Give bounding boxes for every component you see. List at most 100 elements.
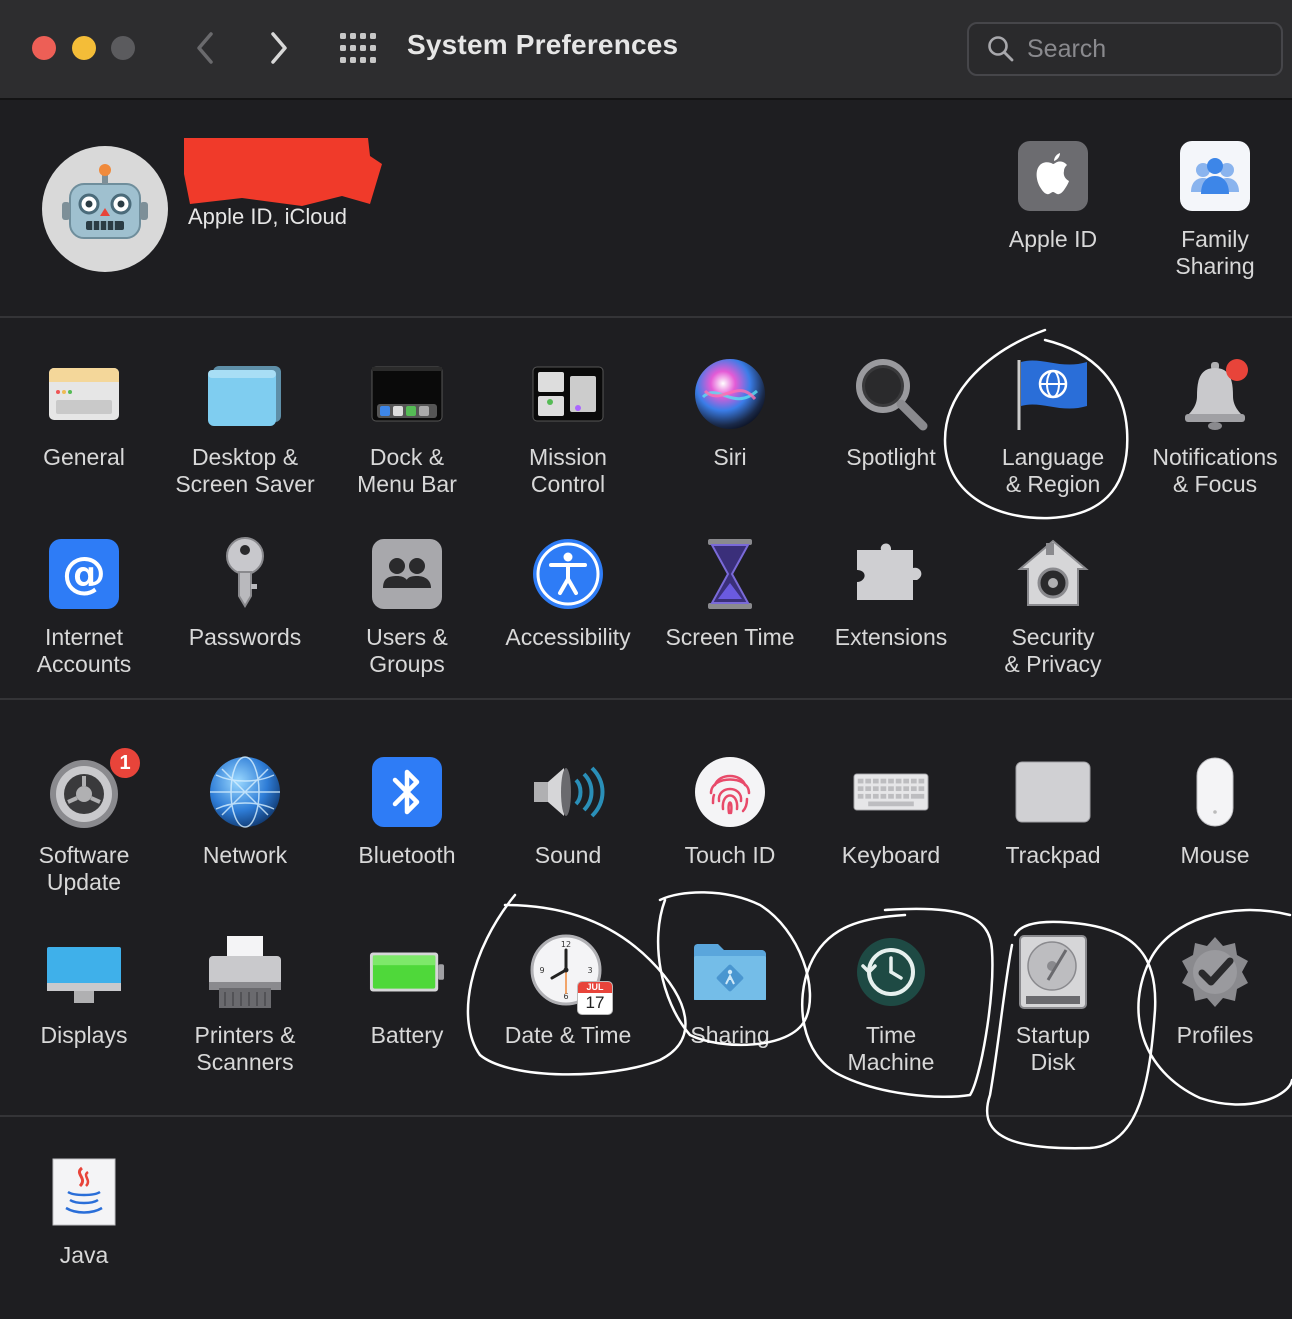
forward-button[interactable] — [258, 28, 298, 68]
puzzle-piece-icon — [853, 536, 929, 612]
pref-label: Language & Region — [1001, 444, 1105, 497]
pref-sound[interactable]: Sound — [488, 754, 648, 869]
speaker-icon — [530, 754, 606, 830]
pref-label: Profiles — [1176, 1022, 1254, 1048]
bell-icon — [1177, 356, 1253, 432]
pref-label: Mission Control — [529, 444, 607, 497]
pref-network[interactable]: Network — [165, 754, 325, 869]
mouse-icon — [1177, 754, 1253, 830]
family-sharing-icon — [1177, 138, 1253, 214]
pref-label: Spotlight — [846, 444, 936, 470]
show-all-button[interactable] — [340, 33, 376, 63]
pref-spotlight[interactable]: Spotlight — [811, 356, 971, 471]
pref-siri[interactable]: Siri — [650, 356, 810, 471]
pref-security-privacy[interactable]: Security & Privacy — [973, 536, 1133, 678]
pref-label: Touch ID — [684, 842, 776, 868]
pref-bluetooth[interactable]: Bluetooth — [327, 754, 487, 869]
pref-label: Sharing — [690, 1022, 770, 1048]
house-lock-icon — [1015, 536, 1091, 612]
pref-profiles[interactable]: Profiles — [1135, 934, 1292, 1049]
gear-update-icon: 1 — [46, 746, 142, 830]
chevron-left-icon — [197, 32, 213, 64]
key-icon — [207, 536, 283, 612]
pref-label: Users & Groups — [366, 624, 448, 677]
pref-desktop-screen-saver[interactable]: Desktop & Screen Saver — [165, 356, 325, 498]
robot-avatar-icon — [62, 164, 148, 239]
pref-label: Security & Privacy — [1004, 624, 1102, 677]
pref-label: Accessibility — [505, 624, 631, 650]
redaction-mark — [184, 138, 382, 206]
pref-sharing[interactable]: Sharing — [650, 934, 810, 1049]
avatar[interactable] — [42, 146, 168, 272]
pref-passwords[interactable]: Passwords — [165, 536, 325, 651]
account-subtitle: Apple ID, iCloud — [188, 204, 347, 229]
trackpad-icon — [1015, 754, 1091, 830]
pref-time-machine[interactable]: Time Machine — [811, 934, 971, 1076]
pref-label: General — [43, 444, 125, 470]
mission-control-icon — [530, 356, 606, 432]
pref-apple-id[interactable]: Apple ID — [973, 138, 1133, 253]
pref-notifications-focus[interactable]: Notifications & Focus — [1135, 356, 1292, 498]
hourglass-icon — [692, 536, 768, 612]
badge-count: 1 — [119, 751, 131, 774]
clock-calendar-icon: 12 3 6 9 JUL 17 — [530, 934, 612, 1014]
pref-screen-time[interactable]: Screen Time — [650, 536, 810, 651]
svg-text:@: @ — [62, 548, 106, 599]
pref-displays[interactable]: Displays — [4, 934, 164, 1049]
apple-logo-icon — [1015, 138, 1091, 214]
window-title: System Preferences — [407, 29, 679, 60]
pref-label: Desktop & Screen Saver — [175, 444, 315, 497]
pref-battery[interactable]: Battery — [327, 934, 487, 1049]
pref-label: Screen Time — [665, 624, 795, 650]
account-section: Apple ID, iCloud Apple ID Family Sharing — [0, 102, 1292, 318]
pref-accessibility[interactable]: Accessibility — [488, 536, 648, 651]
pref-language-region[interactable]: Language & Region — [973, 356, 1133, 498]
pref-users-groups[interactable]: Users & Groups — [327, 536, 487, 678]
pref-software-update[interactable]: 1 Software Update — [4, 746, 164, 896]
accessibility-icon — [530, 536, 606, 612]
grid-icon — [340, 33, 376, 63]
pref-java[interactable]: Java — [4, 1154, 164, 1269]
pref-general[interactable]: General — [4, 356, 164, 471]
pref-mission-control[interactable]: Mission Control — [488, 356, 648, 498]
chevron-right-icon — [271, 32, 287, 64]
close-button[interactable] — [32, 36, 56, 60]
pref-date-time[interactable]: 12 3 6 9 JUL 17 Date & Time — [488, 934, 648, 1049]
pref-dock-menu-bar[interactable]: Dock & Menu Bar — [327, 356, 487, 498]
printer-icon — [207, 934, 283, 1010]
pref-internet-accounts[interactable]: @ Internet Accounts — [4, 536, 164, 678]
pref-touch-id[interactable]: Touch ID — [650, 754, 810, 869]
keyboard-icon — [853, 754, 929, 830]
svg-text:9: 9 — [539, 966, 544, 975]
network-globe-icon — [207, 754, 283, 830]
minimize-button[interactable] — [72, 36, 96, 60]
siri-icon — [692, 356, 768, 432]
pref-label: Java — [59, 1242, 109, 1268]
dock-icon — [369, 356, 445, 432]
pref-printers-scanners[interactable]: Printers & Scanners — [165, 934, 325, 1076]
section-divider — [0, 698, 1292, 700]
search-field[interactable] — [967, 22, 1283, 76]
general-window-icon — [46, 356, 122, 432]
svg-text:3: 3 — [587, 966, 592, 975]
pref-extensions[interactable]: Extensions — [811, 536, 971, 651]
pref-trackpad[interactable]: Trackpad — [973, 754, 1133, 869]
magnifier-icon — [853, 356, 929, 432]
calendar-day: 17 — [585, 993, 605, 1012]
search-input[interactable] — [1027, 34, 1267, 64]
pref-mouse[interactable]: Mouse — [1135, 754, 1292, 869]
fingerprint-icon — [692, 754, 768, 830]
pref-label: Notifications & Focus — [1152, 444, 1278, 497]
pref-keyboard[interactable]: Keyboard — [811, 754, 971, 869]
pref-family-sharing[interactable]: Family Sharing — [1135, 138, 1292, 280]
calendar-month: JUL — [578, 982, 612, 993]
pref-label: Time Machine — [847, 1022, 935, 1075]
pref-label: Trackpad — [1005, 842, 1101, 868]
calendar-badge: JUL 17 — [578, 982, 612, 1014]
java-cup-icon — [46, 1154, 122, 1230]
at-sign-icon: @ — [46, 536, 122, 612]
pref-label: Keyboard — [841, 842, 941, 868]
back-button[interactable] — [186, 28, 226, 68]
shared-folder-icon — [692, 934, 768, 1010]
pref-startup-disk[interactable]: Startup Disk — [973, 934, 1133, 1076]
